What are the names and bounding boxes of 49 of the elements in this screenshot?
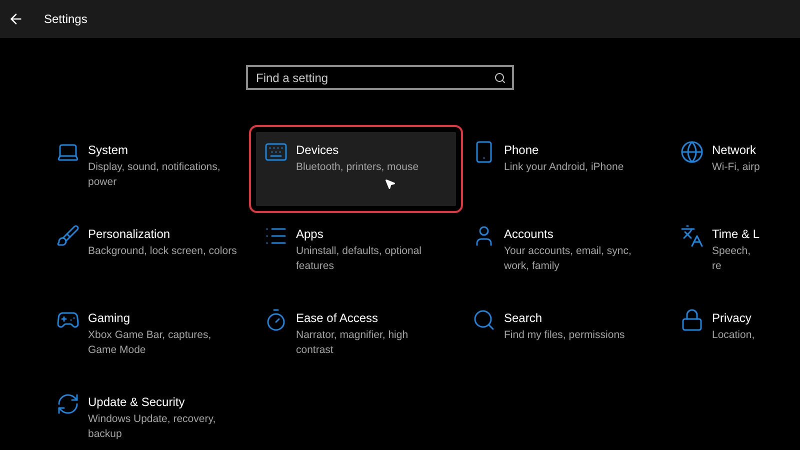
language-icon bbox=[680, 224, 704, 248]
tile-description: Narrator, magnifier, high contrast bbox=[296, 328, 410, 358]
tile-description: Bluetooth, printers, mouse bbox=[296, 160, 419, 175]
search-icon bbox=[494, 72, 506, 84]
settings-tile[interactable]: Gaming Xbox Game Bar, captures, Game Mode bbox=[48, 300, 248, 374]
settings-tile[interactable]: Personalization Background, lock screen, colors bbox=[48, 216, 248, 290]
tile-description: Location, bbox=[712, 328, 755, 343]
window-title: Settings bbox=[44, 11, 88, 28]
tile-title: Accounts bbox=[504, 226, 554, 243]
settings-tile[interactable]: Search Find my files, permissions bbox=[464, 300, 664, 374]
settings-tile[interactable]: System Display, sound, notifications, power bbox=[48, 132, 248, 206]
settings-tile[interactable]: Phone Link your Android, iPhone bbox=[464, 132, 664, 206]
tile-title: Network bbox=[712, 142, 758, 159]
tile-title: System bbox=[88, 142, 130, 159]
search-icon bbox=[472, 308, 496, 332]
brush-icon bbox=[56, 224, 80, 248]
tile-title: Update & Security bbox=[88, 394, 186, 411]
lock-icon bbox=[680, 308, 704, 332]
settings-tile[interactable]: Time & L Speech, re bbox=[672, 216, 768, 290]
refresh-icon bbox=[56, 392, 80, 416]
tile-title: Phone bbox=[504, 142, 540, 159]
tile-title: Search bbox=[504, 310, 544, 327]
tile-description: Windows Update, recovery, backup bbox=[88, 412, 217, 442]
tile-title: Devices bbox=[296, 142, 340, 159]
tile-description: Xbox Game Bar, captures, Game Mode bbox=[88, 328, 212, 358]
tile-title: Privacy bbox=[712, 310, 752, 327]
tile-description: Speech, re bbox=[712, 244, 752, 274]
settings-tile[interactable]: Privacy Location, bbox=[672, 300, 768, 374]
tile-title: Apps bbox=[296, 226, 324, 243]
tile-description: Display, sound, notifications, power bbox=[88, 160, 222, 190]
settings-tile[interactable]: Update & Security Windows Update, recovery, backup bbox=[48, 384, 248, 450]
tile-title: Personalization bbox=[88, 226, 172, 243]
tile-description: Background, lock screen, colors bbox=[88, 244, 237, 259]
tile-description: Find my files, permissions bbox=[504, 328, 625, 343]
search-field[interactable]: Find a setting bbox=[246, 65, 514, 90]
settings-tile[interactable]: Accounts Your accounts, email, sync, work, family bbox=[464, 216, 664, 290]
tile-description: Your accounts, email, sync, work, family bbox=[504, 244, 632, 274]
settings-tile[interactable]: Network Wi-Fi, airp bbox=[672, 132, 768, 206]
tile-description: Wi-Fi, airp bbox=[712, 160, 760, 175]
settings-tile[interactable]: Apps Uninstall, defaults, optional features bbox=[256, 216, 456, 290]
settings-tile[interactable]: Ease of Access Narrator, magnifier, high contrast bbox=[256, 300, 456, 374]
tile-description: Link your Android, iPhone bbox=[504, 160, 624, 175]
tile-title: Gaming bbox=[88, 310, 132, 327]
globe-icon bbox=[680, 140, 704, 164]
tile-title: Time & L bbox=[712, 226, 760, 243]
tile-description: Uninstall, defaults, optional features bbox=[296, 244, 422, 274]
settings-tile[interactable]: Devices Bluetooth, printers, mouse bbox=[256, 132, 456, 206]
tile-title: Ease of Access bbox=[296, 310, 380, 327]
mouse-pointer-icon bbox=[384, 178, 396, 190]
